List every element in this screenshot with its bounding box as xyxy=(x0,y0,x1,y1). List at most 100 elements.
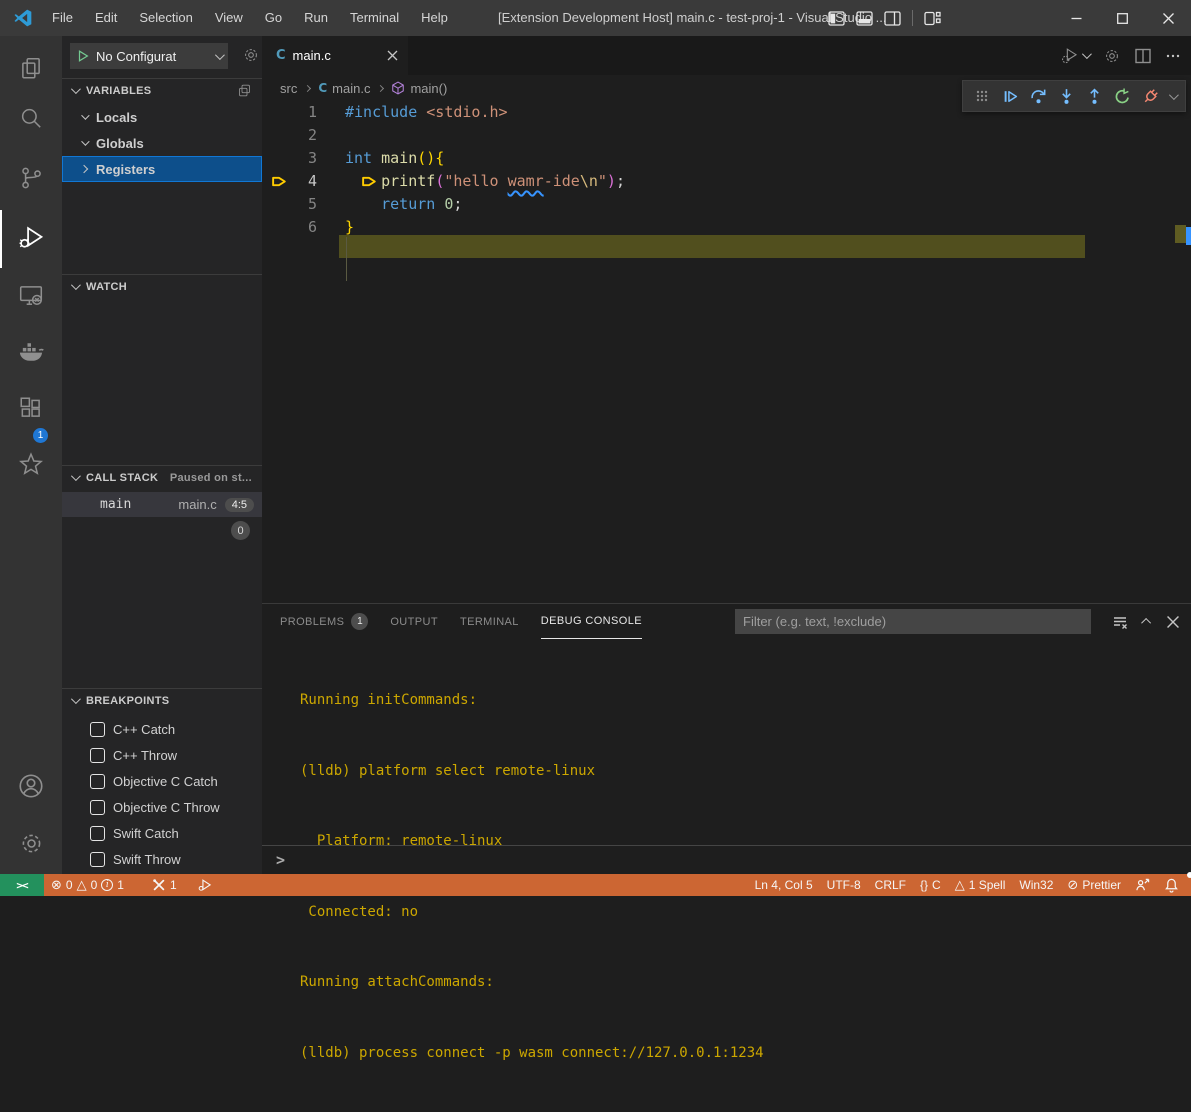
tab-terminal[interactable]: TERMINAL xyxy=(460,604,519,639)
checkbox[interactable] xyxy=(90,748,105,763)
tools-icon xyxy=(152,878,166,892)
more-actions-icon[interactable] xyxy=(1165,48,1181,64)
close-panel-icon[interactable] xyxy=(1167,616,1179,628)
disconnect-button[interactable] xyxy=(1136,82,1164,110)
checkbox[interactable] xyxy=(90,774,105,789)
continue-button[interactable] xyxy=(996,82,1024,110)
remote-explorer-icon[interactable] xyxy=(0,270,62,320)
tab-main-c[interactable]: C main.c xyxy=(262,36,408,75)
settings-gear-icon[interactable] xyxy=(0,818,62,868)
spell-checker-status[interactable]: △ 1 Spell xyxy=(948,874,1013,896)
checkbox[interactable] xyxy=(90,852,105,867)
step-into-button[interactable] xyxy=(1052,82,1080,110)
code-line[interactable]: 2 xyxy=(262,124,1191,147)
accounts-icon[interactable] xyxy=(0,761,62,811)
breakpoint-objc-catch[interactable]: Objective C Catch xyxy=(62,768,262,794)
tab-debug-console[interactable]: DEBUG CONSOLE xyxy=(541,604,642,639)
language-mode[interactable]: {} C xyxy=(913,874,948,896)
variables-scope-globals[interactable]: Globals xyxy=(62,130,262,156)
breakpoints-section-header[interactable]: BREAKPOINTS xyxy=(62,688,262,712)
code-line[interactable]: 5 return 0; xyxy=(262,193,1191,216)
step-over-button[interactable] xyxy=(1024,82,1052,110)
code-line[interactable]: 3int main(){ xyxy=(262,147,1191,170)
checkbox[interactable] xyxy=(90,826,105,841)
breakpoint-objc-throw[interactable]: Objective C Throw xyxy=(62,794,262,820)
star-icon[interactable] xyxy=(0,439,62,489)
problems-status[interactable]: ⊗ 0 △ 0 i 1 xyxy=(44,874,131,896)
minimize-button[interactable] xyxy=(1053,0,1099,36)
toggle-secondary-sidebar-icon[interactable] xyxy=(884,11,901,26)
cursor-position[interactable]: Ln 4, Col 5 xyxy=(748,874,820,896)
vscode-logo xyxy=(13,8,33,28)
breakpoint-swift-catch[interactable]: Swift Catch xyxy=(62,820,262,846)
explorer-icon[interactable] xyxy=(0,43,62,93)
split-editor-icon[interactable] xyxy=(1135,48,1151,64)
menu-run[interactable]: Run xyxy=(293,0,339,36)
menu-selection[interactable]: Selection xyxy=(128,0,203,36)
platform-status[interactable]: Win32 xyxy=(1012,874,1060,896)
variables-scope-registers[interactable]: Registers xyxy=(62,156,262,182)
toggle-panel-icon[interactable] xyxy=(856,11,873,26)
feedback-icon[interactable] xyxy=(1128,874,1157,896)
checkbox[interactable] xyxy=(90,800,105,815)
menu-go[interactable]: Go xyxy=(254,0,293,36)
notifications-bell-icon[interactable] xyxy=(1157,874,1191,896)
docker-icon[interactable] xyxy=(0,327,62,377)
formatter-status[interactable]: ⊘ Prettier xyxy=(1060,874,1128,896)
debug-gear-icon[interactable] xyxy=(242,46,260,64)
close-tab-icon[interactable] xyxy=(387,50,398,61)
status-bar: >< ⊗ 0 △ 0 i 1 1 Ln 4, Col 5 UTF-8 CRLF … xyxy=(0,874,1191,896)
breadcrumb-file[interactable]: main.c xyxy=(332,81,370,96)
toolbar-chevron-down-icon[interactable] xyxy=(1164,82,1180,110)
menu-help[interactable]: Help xyxy=(410,0,459,36)
variables-scope-locals[interactable]: Locals xyxy=(62,104,262,130)
bottom-panel: PROBLEMS 1 OUTPUT TERMINAL DEBUG CONSOLE… xyxy=(262,603,1191,874)
tab-output[interactable]: OUTPUT xyxy=(390,604,438,639)
source-control-icon[interactable] xyxy=(0,153,62,203)
run-or-debug-button[interactable] xyxy=(1061,46,1089,65)
eol-sequence[interactable]: CRLF xyxy=(868,874,913,896)
maximize-button[interactable] xyxy=(1099,0,1145,36)
breakpoint-cpp-catch[interactable]: C++ Catch xyxy=(62,716,262,742)
menu-view[interactable]: View xyxy=(204,0,254,36)
menu-terminal[interactable]: Terminal xyxy=(339,0,410,36)
breadcrumb-symbol[interactable]: main() xyxy=(410,81,447,96)
gear-icon[interactable] xyxy=(1103,47,1121,65)
menu-file[interactable]: File xyxy=(41,0,84,36)
variables-section-header[interactable]: VARIABLES xyxy=(62,78,262,102)
remote-indicator[interactable]: >< xyxy=(0,874,44,896)
customize-layout-icon[interactable] xyxy=(924,11,941,26)
console-filter-input[interactable] xyxy=(735,609,1091,634)
symbol-method-icon xyxy=(391,81,405,95)
ports-status[interactable]: 1 xyxy=(145,874,184,896)
run-and-debug-icon[interactable]: 1 xyxy=(0,213,62,263)
watch-section-header[interactable]: WATCH xyxy=(62,274,262,298)
maximize-panel-icon[interactable] xyxy=(1141,618,1151,628)
breadcrumb-src[interactable]: src xyxy=(280,81,297,96)
copy-icon[interactable] xyxy=(237,83,252,98)
execution-pointer-gutter-icon[interactable] xyxy=(271,173,288,190)
stack-frame-row[interactable]: main main.c 4:5 xyxy=(62,492,262,517)
code-line[interactable]: 6} xyxy=(262,216,1191,239)
encoding[interactable]: UTF-8 xyxy=(820,874,868,896)
extensions-icon[interactable] xyxy=(0,383,62,433)
debug-console-input[interactable]: > xyxy=(262,845,1191,874)
menu-edit[interactable]: Edit xyxy=(84,0,128,36)
close-window-button[interactable] xyxy=(1145,0,1191,36)
clear-console-icon[interactable] xyxy=(1112,614,1128,630)
search-icon[interactable] xyxy=(0,93,62,143)
checkbox[interactable] xyxy=(90,722,105,737)
debug-status-icon[interactable] xyxy=(190,874,219,896)
debug-configuration-dropdown[interactable]: No Configurat xyxy=(70,43,228,69)
toggle-sidebar-icon[interactable] xyxy=(828,11,845,26)
tab-problems[interactable]: PROBLEMS 1 xyxy=(280,604,368,639)
breakpoint-cpp-throw[interactable]: C++ Throw xyxy=(62,742,262,768)
toolbar-grip[interactable] xyxy=(968,82,996,110)
restart-button[interactable] xyxy=(1108,82,1136,110)
breakpoint-swift-throw[interactable]: Swift Throw xyxy=(62,846,262,872)
code-editor[interactable]: 1#include <stdio.h> 2 3int main(){ 4 pri… xyxy=(262,101,1191,603)
start-debug-icon[interactable] xyxy=(76,49,90,63)
step-out-button[interactable] xyxy=(1080,82,1108,110)
code-line[interactable]: 4 printf("hello wamr-ide\n"); xyxy=(262,170,1191,193)
call-stack-section-header[interactable]: CALL STACK Paused on st... xyxy=(62,465,262,489)
